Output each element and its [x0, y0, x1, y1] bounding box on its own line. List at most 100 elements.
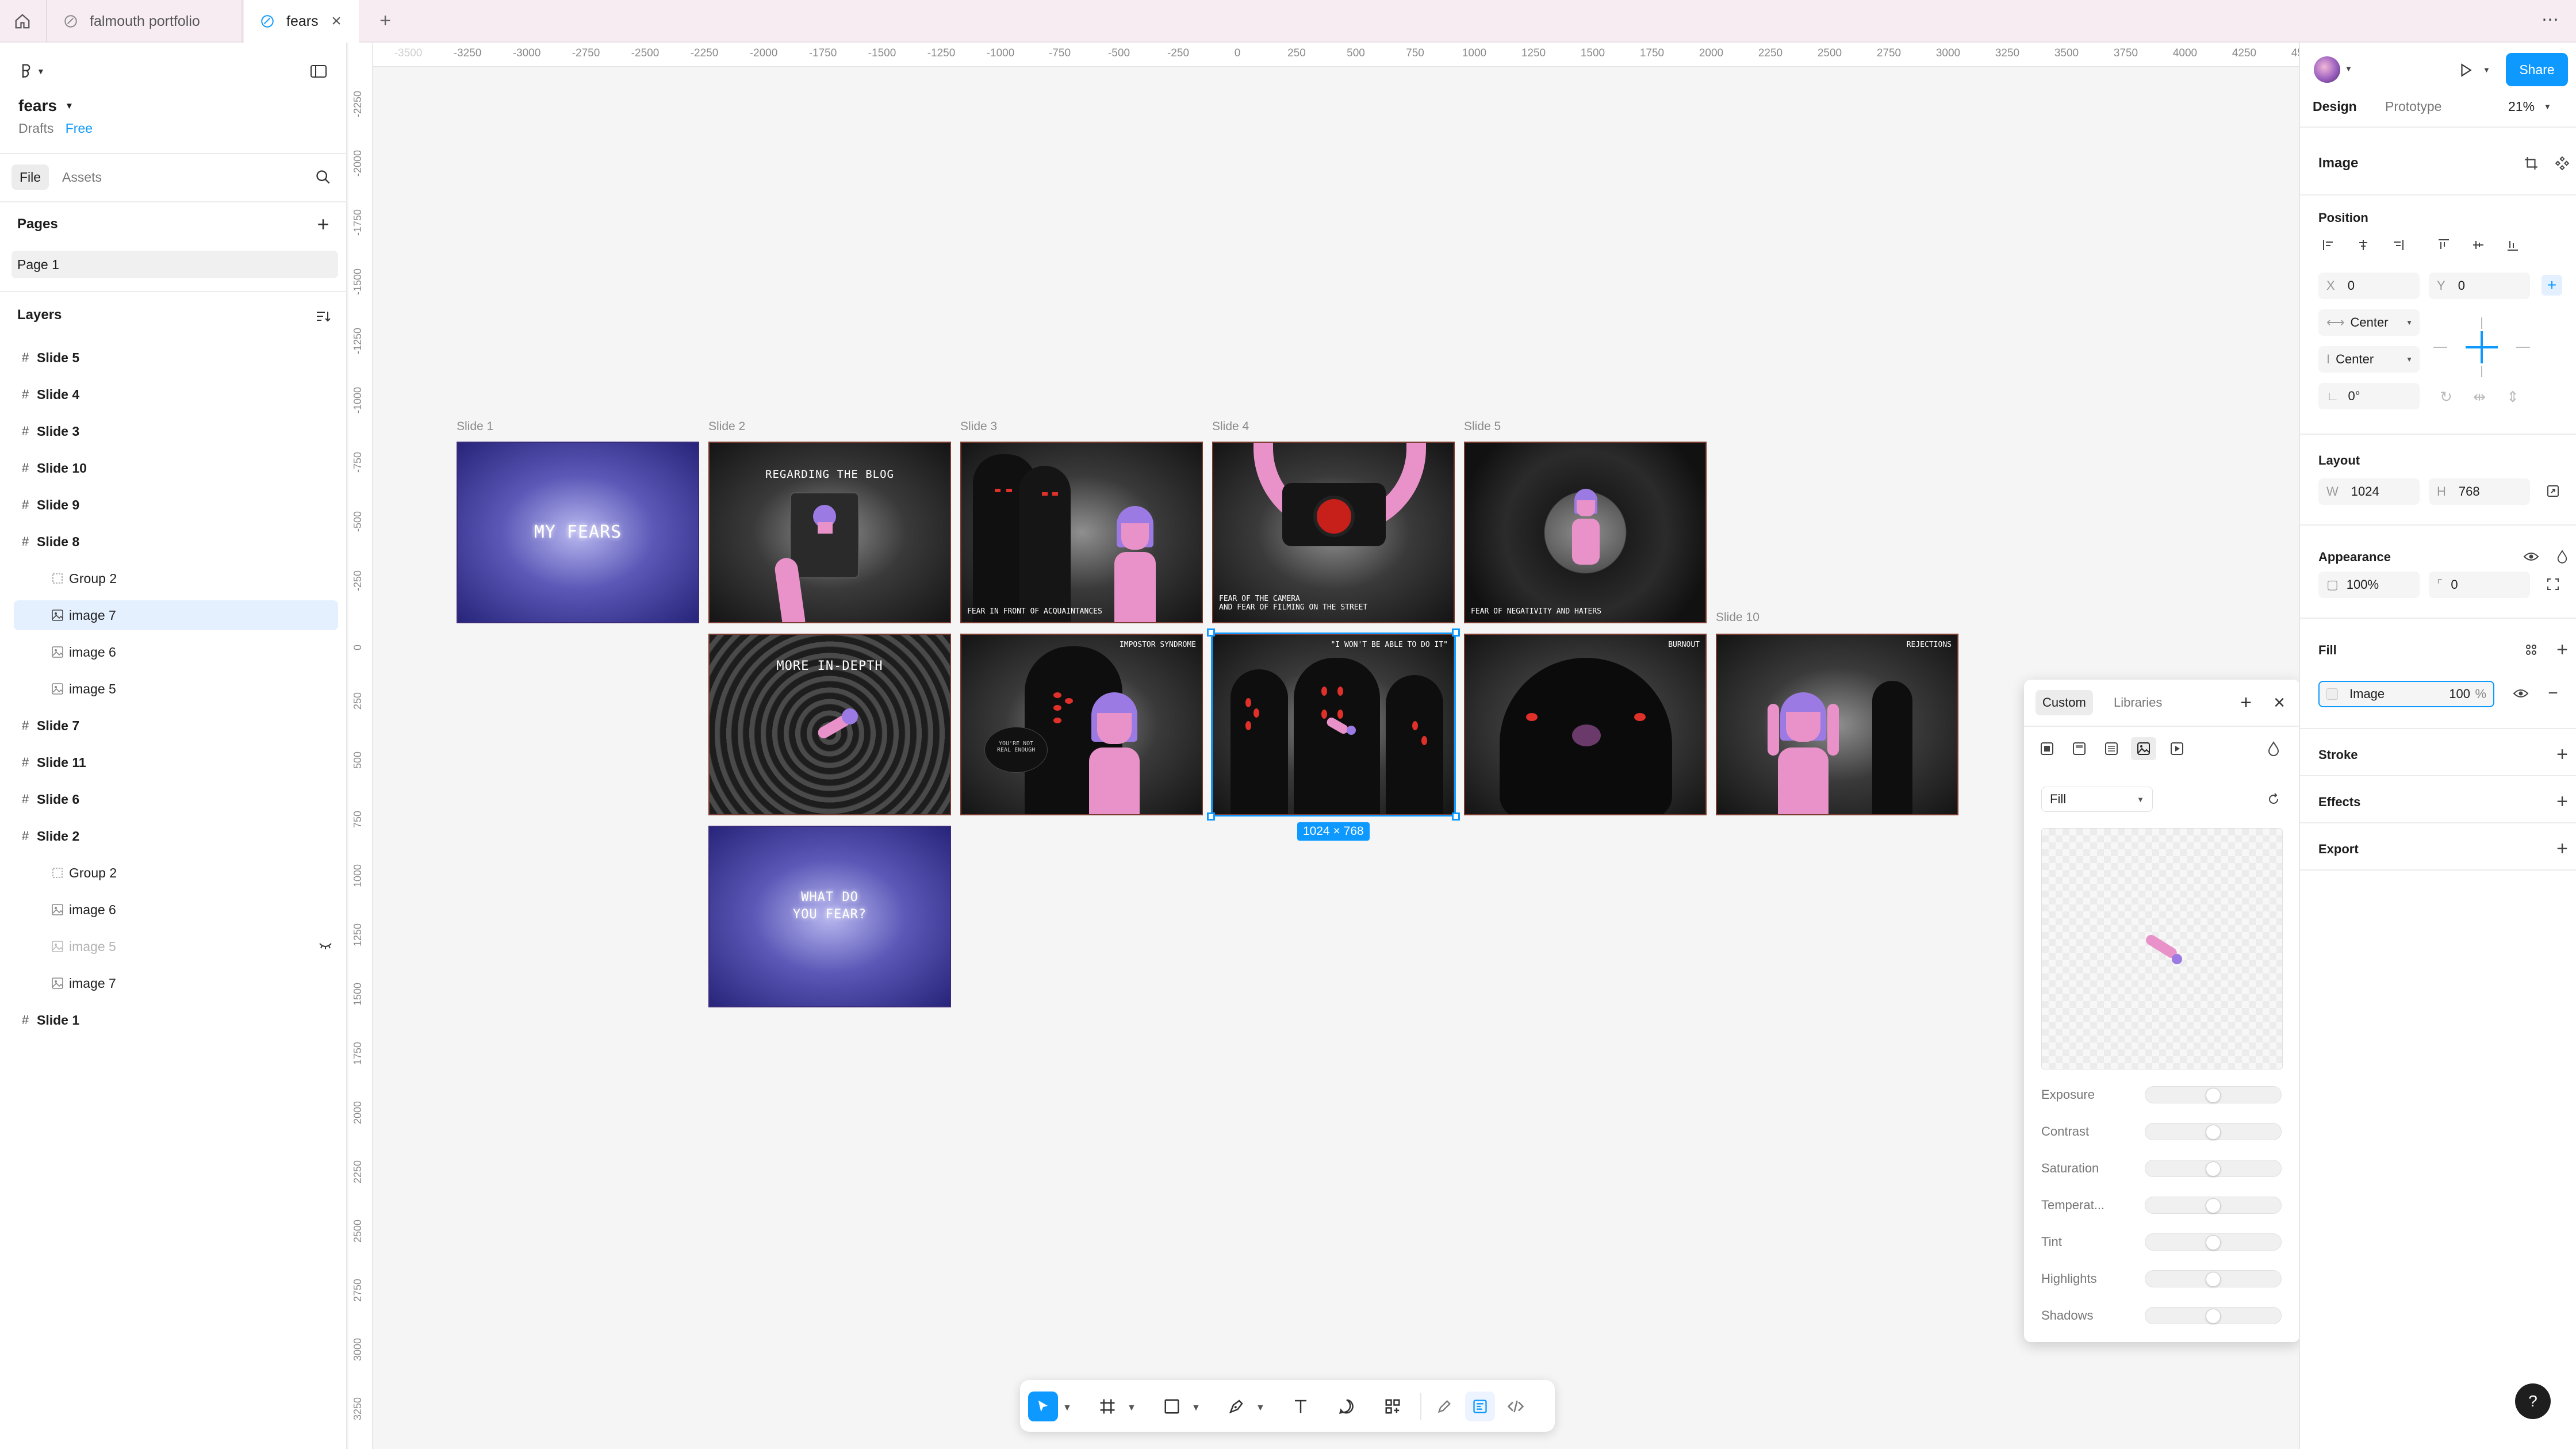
flip-horizontal-icon[interactable]: ⇹	[2468, 385, 2491, 408]
plan-badge[interactable]: Free	[66, 121, 93, 136]
layer-slide-2[interactable]: # Slide 2	[14, 821, 338, 851]
layer-slide-1[interactable]: # Slide 1	[14, 1005, 338, 1035]
design-mode-button[interactable]	[1465, 1392, 1495, 1421]
slide-3-acquaintances[interactable]: FEAR IN FRONT OF ACQUAINTANCES	[960, 442, 1203, 623]
pen-tool-button[interactable]	[1221, 1392, 1251, 1421]
align-right-icon[interactable]	[2386, 233, 2409, 256]
layer-slide-5[interactable]: # Slide 5	[14, 343, 338, 373]
share-button[interactable]: Share	[2506, 53, 2568, 86]
slider-track[interactable]	[2145, 1270, 2282, 1287]
y-position-field[interactable]: Y0	[2429, 273, 2530, 299]
layer-slide-8[interactable]: # Slide 8	[14, 527, 338, 557]
align-center-h-icon[interactable]	[2352, 233, 2375, 256]
slide-1-my-fears[interactable]: MY FEARS	[457, 442, 699, 623]
selection-box[interactable]	[1211, 632, 1456, 816]
add-constraint-icon[interactable]: +	[2542, 275, 2562, 296]
slider-knob[interactable]	[2206, 1088, 2221, 1103]
slider-knob[interactable]	[2206, 1235, 2221, 1250]
resize-handle[interactable]	[1207, 628, 1215, 637]
chevron-down-icon[interactable]: ▼	[1191, 1403, 1201, 1413]
slide-5-haters[interactable]: FEAR OF NEGATIVITY AND HATERS	[1464, 442, 1707, 623]
slide-2-regarding-blog[interactable]: REGARDING THE BLOG	[708, 442, 951, 623]
tab-falmouth-portfolio[interactable]: falmouth portfolio	[46, 0, 243, 43]
add-style-icon[interactable]: +	[2234, 691, 2257, 714]
blend-mode-icon[interactable]	[2551, 545, 2574, 568]
component-icon[interactable]	[2551, 152, 2574, 175]
slide-10-rejections[interactable]: REJECTIONS	[1716, 634, 1958, 815]
tab-file[interactable]: File	[12, 164, 49, 190]
slider-track[interactable]	[2145, 1160, 2282, 1177]
chevron-down-icon[interactable]: ▼	[2483, 66, 2490, 74]
linear-gradient-icon[interactable]	[2068, 737, 2091, 760]
align-center-v-icon[interactable]	[2467, 233, 2490, 256]
fill-opacity-value[interactable]: 100	[2449, 687, 2470, 702]
move-tool-button[interactable]	[1028, 1392, 1058, 1421]
frame-tool-button[interactable]	[1092, 1392, 1122, 1421]
layer-image-7-selected[interactable]: image 7	[14, 600, 338, 630]
add-page-icon[interactable]: +	[313, 212, 334, 236]
x-position-field[interactable]: X0	[2318, 273, 2420, 299]
layer-slide-3[interactable]: # Slide 3	[14, 416, 338, 446]
layer-slide-7[interactable]: # Slide 7	[14, 711, 338, 741]
draw-mode-button[interactable]	[1429, 1392, 1459, 1421]
resize-handle[interactable]	[1452, 812, 1460, 821]
rotate-image-icon[interactable]	[2262, 788, 2285, 811]
home-icon[interactable]	[12, 10, 33, 32]
slide-7-impostor[interactable]: YOU'RE NOT REAL ENOUGH IMPOSTOR SYNDROME	[960, 634, 1203, 815]
chevron-down-icon[interactable]: ▼	[1063, 1403, 1072, 1413]
actions-tool-button[interactable]	[1378, 1392, 1408, 1421]
page-item-page-1[interactable]: Page 1	[12, 251, 338, 278]
slider-knob[interactable]	[2206, 1162, 2221, 1176]
slide-6-more-in-depth[interactable]: MORE IN-DEPTH	[708, 634, 951, 815]
comment-tool-button[interactable]	[1332, 1392, 1362, 1421]
add-effect-icon[interactable]: +	[2551, 790, 2574, 813]
layer-image-7[interactable]: image 7	[14, 968, 338, 998]
rectangle-tool-button[interactable]	[1157, 1392, 1187, 1421]
fill-mode-select[interactable]: Fill ▼	[2041, 787, 2153, 812]
vertical-constraint-select[interactable]: Ι Center ▼	[2318, 346, 2420, 373]
layer-image-5[interactable]: image 5	[14, 674, 338, 704]
slider-track[interactable]	[2145, 1307, 2282, 1324]
avatar[interactable]	[2314, 56, 2340, 83]
toggle-sidebar-icon[interactable]	[307, 60, 330, 83]
chevron-down-icon[interactable]: ▼	[1256, 1403, 1265, 1413]
resize-handle[interactable]	[1452, 628, 1460, 637]
opacity-field[interactable]: ▢ 100%	[2318, 572, 2420, 598]
slider-track[interactable]	[2145, 1197, 2282, 1214]
height-field[interactable]: H 768	[2429, 478, 2530, 505]
slide-label[interactable]: Slide 4	[1212, 420, 1249, 434]
tab-custom[interactable]: Custom	[2035, 690, 2093, 715]
more-options-icon[interactable]: ⋯	[2536, 8, 2564, 31]
add-stroke-icon[interactable]: +	[2551, 743, 2574, 766]
tab-prototype[interactable]: Prototype	[2385, 99, 2441, 114]
zoom-dropdown[interactable]: 21% ▼	[2508, 99, 2551, 114]
search-icon[interactable]	[313, 167, 334, 187]
layer-slide-10[interactable]: # Slide 10	[14, 453, 338, 483]
eye-icon[interactable]	[2509, 682, 2532, 705]
video-fill-icon[interactable]	[2165, 737, 2188, 760]
layer-slide-9[interactable]: # Slide 9	[14, 490, 338, 520]
chevron-down-icon[interactable]: ▼	[65, 101, 74, 111]
layer-group-2[interactable]: Group 2	[14, 564, 338, 593]
tab-design[interactable]: Design	[2313, 99, 2357, 114]
eye-closed-icon[interactable]	[319, 940, 332, 955]
image-fill-icon[interactable]	[2131, 737, 2156, 760]
layer-image-6[interactable]: image 6	[14, 895, 338, 925]
slide-label[interactable]: Slide 2	[708, 420, 745, 434]
drafts-link[interactable]: Drafts	[18, 121, 53, 136]
slider-knob[interactable]	[2206, 1198, 2221, 1213]
blend-mode-icon[interactable]	[2262, 737, 2285, 760]
close-tab-icon[interactable]: ×	[327, 12, 346, 31]
temperature-slider[interactable]: Temperat...	[2041, 1194, 2283, 1217]
add-export-icon[interactable]: +	[2551, 837, 2574, 860]
rotate-90-icon[interactable]: ↻	[2435, 385, 2458, 408]
present-button[interactable]	[2454, 59, 2477, 82]
new-tab-icon[interactable]: +	[374, 9, 397, 32]
file-name[interactable]: fears ▼	[18, 97, 74, 115]
slider-knob[interactable]	[2206, 1125, 2221, 1140]
layer-slide-6[interactable]: # Slide 6	[14, 784, 338, 814]
layers-sort-icon[interactable]	[313, 306, 334, 327]
crop-icon[interactable]	[2520, 152, 2543, 175]
flip-vertical-icon[interactable]: ⇕	[2501, 385, 2524, 408]
layer-image-6[interactable]: image 6	[14, 637, 338, 667]
